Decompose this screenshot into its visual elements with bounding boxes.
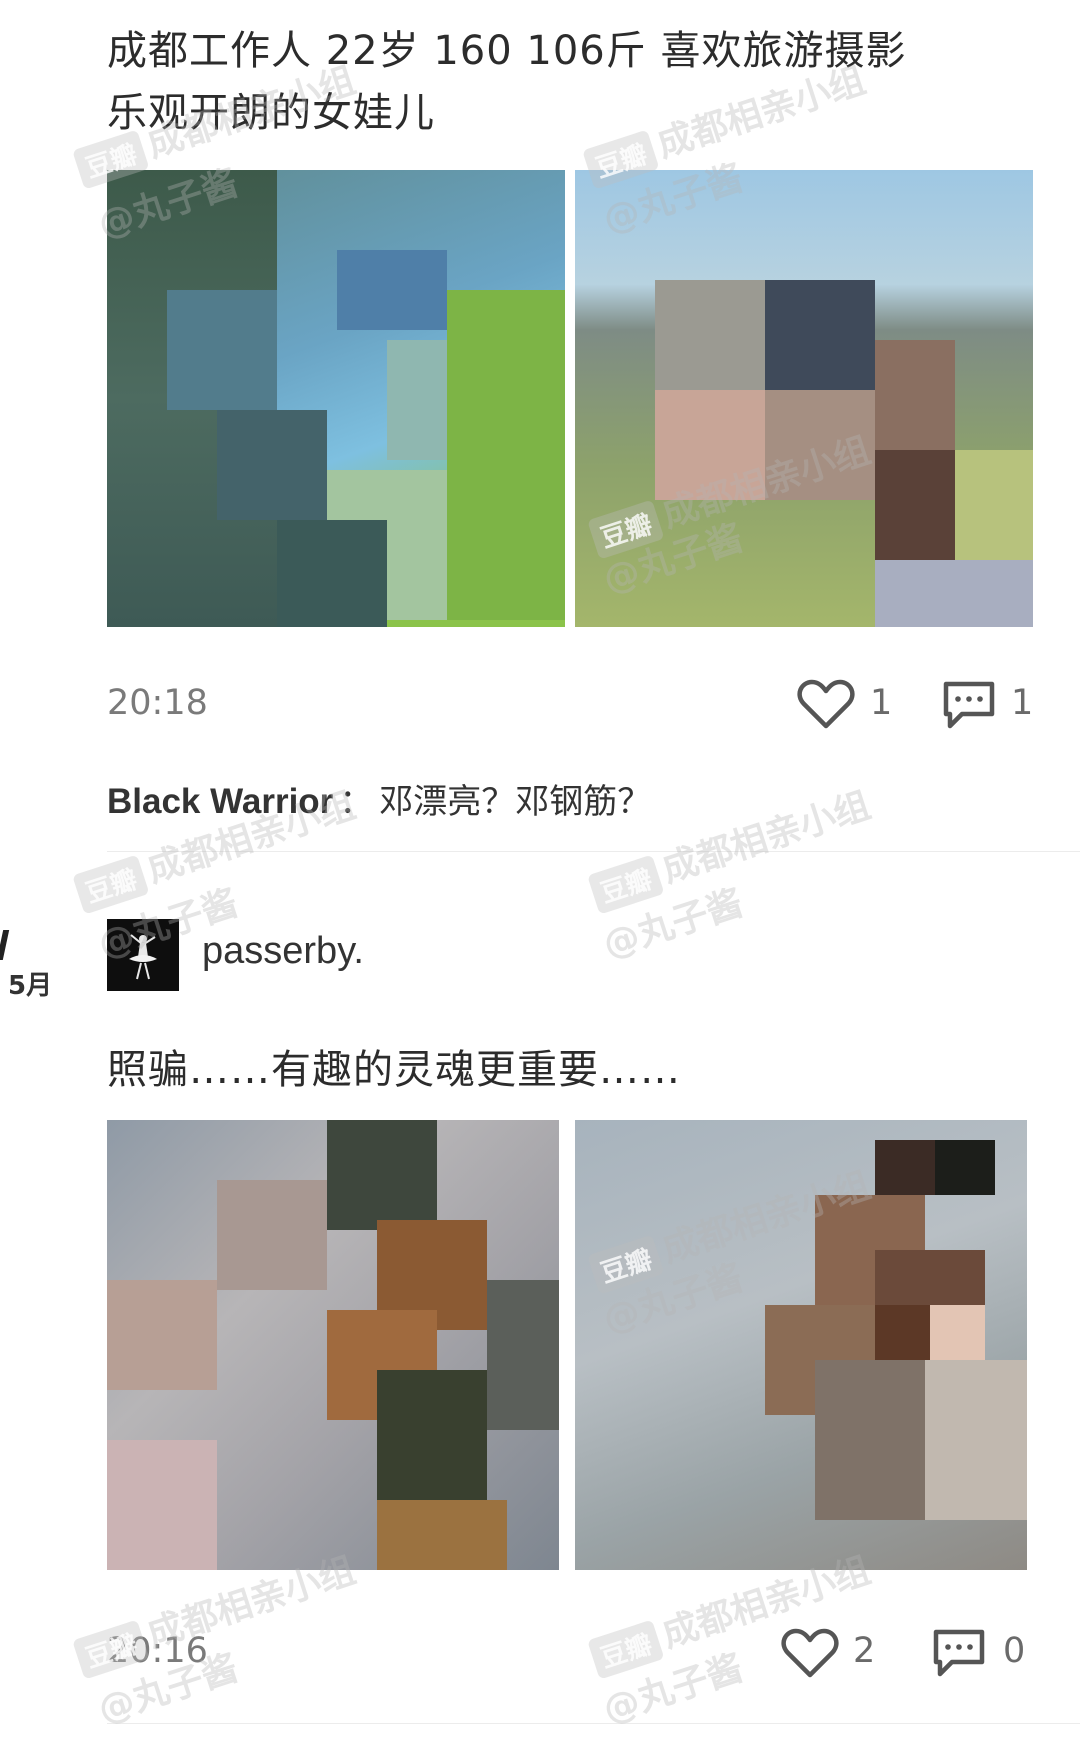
comment-separator: ： <box>339 782 374 822</box>
comment-preview[interactable]: Black Warrior：邓漂亮？邓钢筋？ <box>107 774 651 823</box>
post-text: 照骗……有趣的灵魂更重要…… <box>107 1047 681 1093</box>
comment-count: 1 <box>1011 683 1034 723</box>
comment-count: 0 <box>1003 1631 1026 1671</box>
ballet-dancer-icon <box>107 919 179 991</box>
comment-text: 邓漂亮？邓钢筋？ <box>379 782 652 822</box>
watermark-handle: @丸子酱 <box>598 1647 748 1732</box>
avatar[interactable] <box>107 919 179 991</box>
comment-author[interactable]: Black Warrior <box>107 782 333 821</box>
speech-bubble-icon[interactable] <box>942 680 996 730</box>
post-divider <box>107 1723 1080 1724</box>
post-photo-2[interactable] <box>575 170 1033 627</box>
like-count: 2 <box>853 1631 876 1671</box>
post-photo-3[interactable] <box>107 1120 559 1570</box>
heart-outline-icon[interactable] <box>781 1627 839 1679</box>
post-time: 20:16 <box>107 1631 208 1671</box>
post-text-line2: 乐观开朗的女娃儿 <box>107 90 435 136</box>
post-time: 20:18 <box>107 683 208 723</box>
username[interactable]: passerby. <box>202 930 364 973</box>
like-count: 1 <box>870 683 893 723</box>
post-photo-1[interactable] <box>107 170 565 627</box>
post-divider <box>107 851 1080 852</box>
timeline-marker <box>0 930 10 960</box>
date-marker: 5月 <box>8 971 53 1001</box>
heart-outline-icon[interactable] <box>797 678 855 730</box>
post-photo-4[interactable] <box>575 1120 1027 1570</box>
post-text-line1: 成都工作人 22岁 160 106斤 喜欢旅游摄影 <box>107 28 907 74</box>
speech-bubble-icon[interactable] <box>932 1628 986 1678</box>
watermark-handle: @丸子酱 <box>598 882 748 967</box>
